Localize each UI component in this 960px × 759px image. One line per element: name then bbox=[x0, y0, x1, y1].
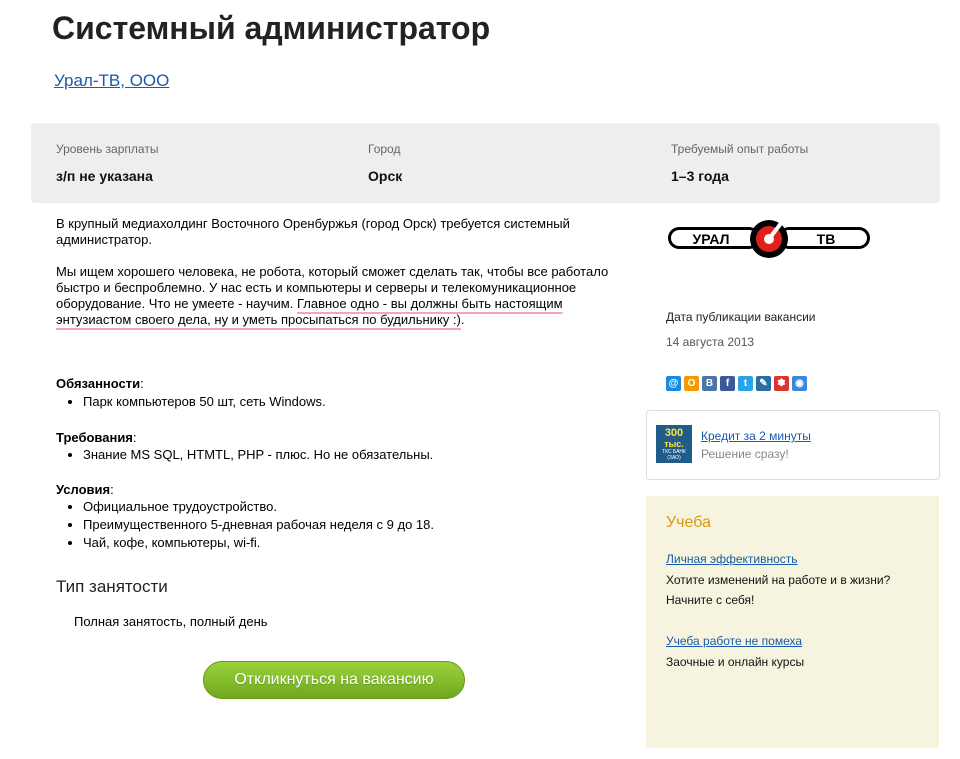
education-block: Учеба Личная эффективность Хотите измене… bbox=[646, 496, 939, 748]
bank-badge-icon: 300 тыс. ТКС БАНК (ЗАО) bbox=[656, 425, 692, 463]
list-item: Знание MS SQL, HTMTL, PHP - плюс. Но не … bbox=[83, 446, 433, 464]
education-link-personal-efficiency[interactable]: Личная эффективность bbox=[666, 552, 798, 566]
credit-ad-link[interactable]: Кредит за 2 минуты bbox=[701, 429, 811, 443]
conditions-title: Условия bbox=[56, 482, 111, 497]
education-text-2: Заочные и онлайн курсы bbox=[666, 655, 805, 669]
experience-label: Требуемый опыт работы bbox=[671, 142, 809, 156]
salary-label: Уровень зарплаты bbox=[56, 142, 159, 156]
requirements-heading: Требования: bbox=[56, 430, 137, 445]
list-item: Официальное трудоустройство. bbox=[83, 498, 434, 516]
conditions-list: Официальное трудоустройство. Преимуществ… bbox=[56, 498, 434, 552]
city-value: Орск bbox=[368, 168, 403, 184]
education-link-study-work[interactable]: Учеба работе не помеха bbox=[666, 634, 802, 648]
logo-text-right: ТВ bbox=[817, 231, 836, 247]
education-title: Учеба bbox=[666, 514, 711, 531]
livejournal-icon[interactable]: ✎ bbox=[756, 376, 771, 391]
duties-title: Обязанности bbox=[56, 376, 141, 391]
vacancy-info-bar: Уровень зарплаты з/п не указана Город Ор… bbox=[31, 123, 940, 203]
description-end: . bbox=[460, 312, 465, 327]
salary-value: з/п не указана bbox=[56, 168, 153, 184]
pubdate-label: Дата публикации вакансии bbox=[666, 310, 816, 324]
logo-text-left: УРАЛ bbox=[693, 231, 730, 247]
credit-ad[interactable]: 300 тыс. ТКС БАНК (ЗАО) Кредит за 2 мину… bbox=[646, 410, 940, 480]
facebook-icon[interactable]: f bbox=[720, 376, 735, 391]
description-paragraph-1: В крупный медиахолдинг Восточного Оренбу… bbox=[56, 216, 570, 247]
pubdate-value: 14 августа 2013 bbox=[666, 335, 755, 349]
badge-bank: ТКС БАНК (ЗАО) bbox=[662, 449, 686, 461]
list-item: Парк компьютеров 50 шт, сеть Windows. bbox=[83, 393, 326, 411]
experience-block: Требуемый опыт работы 1–3 года bbox=[671, 142, 808, 184]
education-text-1: Хотите изменений на работе и в жизни? На… bbox=[666, 573, 891, 607]
badge-amount: 300 bbox=[664, 427, 684, 439]
share-buttons: @ О В f t ✎ ✽ ◉ bbox=[666, 376, 807, 391]
list-item: Чай, кофе, компьютеры, wi-fi. bbox=[83, 534, 434, 552]
duties-colon: : bbox=[140, 376, 144, 391]
list-item: Преимущественного 5-дневная рабочая неде… bbox=[83, 516, 434, 534]
ya-ru-icon[interactable]: ◉ bbox=[792, 376, 807, 391]
duties-heading: Обязанности: bbox=[56, 376, 144, 391]
city-block: Город Орск bbox=[368, 142, 402, 184]
salary-block: Уровень зарплаты з/п не указана bbox=[56, 142, 158, 184]
requirements-title: Требования bbox=[56, 430, 133, 445]
description-paragraph-2: Мы ищем хорошего человека, не робота, ко… bbox=[56, 264, 626, 328]
credit-ad-subtitle: Решение сразу! bbox=[701, 447, 789, 461]
badge-unit: тыс. bbox=[664, 439, 684, 449]
requirements-colon: : bbox=[132, 430, 137, 445]
ural-tv-logo: УРАЛ ТВ bbox=[668, 220, 870, 258]
company-link[interactable]: Урал-ТВ, ООО bbox=[54, 71, 169, 91]
employment-type-value: Полная занятость, полный день bbox=[74, 614, 268, 629]
moikrug-icon[interactable]: ✽ bbox=[774, 376, 789, 391]
requirements-list: Знание MS SQL, HTMTL, PHP - плюс. Но не … bbox=[56, 446, 433, 464]
vacancy-description: В крупный медиахолдинг Восточного Оренбу… bbox=[56, 216, 626, 344]
odnoklassniki-icon[interactable]: О bbox=[684, 376, 699, 391]
twitter-icon[interactable]: t bbox=[738, 376, 753, 391]
conditions-colon: : bbox=[110, 482, 114, 497]
conditions-heading: Условия: bbox=[56, 482, 114, 497]
page-title: Системный администратор bbox=[52, 10, 491, 46]
duties-list: Парк компьютеров 50 шт, сеть Windows. bbox=[56, 393, 326, 411]
city-label: Город bbox=[368, 142, 401, 156]
employment-type-heading: Тип занятости bbox=[56, 577, 168, 596]
experience-value: 1–3 года bbox=[671, 168, 729, 184]
vkontakte-icon[interactable]: В bbox=[702, 376, 717, 391]
mail-icon[interactable]: @ bbox=[666, 376, 681, 391]
apply-button[interactable]: Откликнуться на вакансию bbox=[203, 661, 465, 699]
